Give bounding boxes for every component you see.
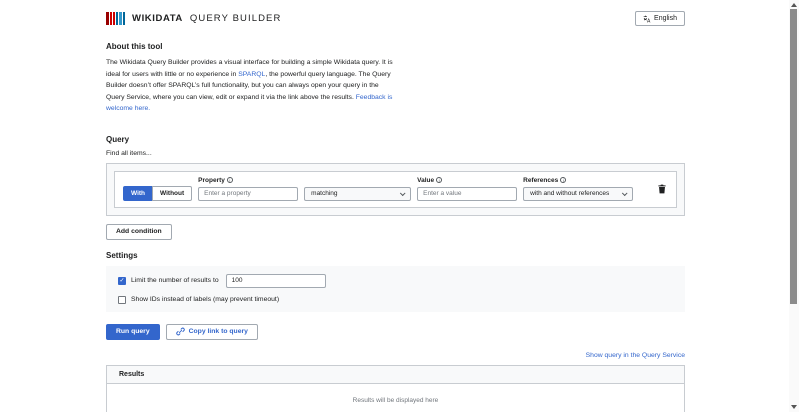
link-icon (176, 327, 185, 336)
about-heading: About this tool (106, 42, 685, 51)
info-icon[interactable]: i (560, 177, 566, 183)
show-ids-label[interactable]: Show IDs instead of labels (may prevent … (131, 296, 279, 303)
property-input[interactable] (198, 187, 298, 201)
info-icon[interactable]: i (436, 177, 442, 183)
language-button-label: English (654, 15, 677, 22)
references-label: Referencesi (523, 177, 633, 184)
limit-results-label[interactable]: Limit the number of results to (131, 277, 219, 284)
results-panel: Results Results will be displayed here (106, 365, 685, 412)
delete-condition-button[interactable] (656, 182, 668, 196)
results-empty-text: Results will be displayed here (107, 384, 684, 412)
brand-title-rest: QUERY BUILDER (190, 13, 282, 24)
info-icon[interactable]: i (227, 177, 233, 183)
matching-field: matching (304, 187, 411, 201)
matching-dropdown[interactable]: matching (304, 187, 411, 201)
references-dropdown-value: with and without references (530, 190, 609, 197)
scrollbar[interactable] (789, 0, 799, 412)
query-builder-page: WIKIDATA QUERY BUILDER A English About t… (0, 0, 800, 412)
app-header: WIKIDATA QUERY BUILDER A English (106, 10, 685, 27)
run-query-button[interactable]: Run query (106, 324, 160, 340)
limit-results-checkbox[interactable]: ✓ (118, 277, 126, 285)
limit-input[interactable] (226, 274, 326, 288)
without-toggle-button[interactable]: Without (152, 186, 192, 201)
show-query-row: Show query in the Query Service (106, 352, 685, 359)
property-field: Propertyi (198, 177, 298, 201)
brand-title-bold: WIKIDATA (132, 13, 183, 24)
references-field: Referencesi with and without references (523, 177, 633, 201)
show-ids-checkbox[interactable] (118, 296, 126, 304)
with-without-toggle: With Without (123, 186, 192, 201)
condition-card: With Without Propertyi matching Valuei (114, 171, 677, 208)
chevron-down-icon (400, 190, 406, 196)
wikidata-logo-icon (106, 12, 125, 25)
svg-text:A: A (647, 18, 651, 23)
language-button[interactable]: A English (635, 11, 685, 26)
copy-link-label: Copy link to query (189, 328, 248, 335)
scroll-up-icon[interactable] (791, 3, 797, 7)
wikidata-brand: WIKIDATA QUERY BUILDER (106, 12, 281, 25)
actions-row: Run query Copy link to query (106, 324, 685, 340)
content-column: WIKIDATA QUERY BUILDER A English About t… (106, 0, 685, 412)
sparql-link[interactable]: SPARQL (238, 71, 265, 78)
chevron-down-icon (622, 190, 628, 196)
about-paragraph: The Wikidata Query Builder provides a vi… (106, 57, 398, 115)
references-dropdown[interactable]: with and without references (523, 187, 633, 201)
matching-dropdown-value: matching (311, 190, 337, 197)
settings-panel: ✓ Limit the number of results to Show ID… (106, 266, 685, 312)
language-icon: A (643, 15, 651, 23)
find-all-items-label: Find all items... (106, 150, 685, 157)
show-query-link[interactable]: Show query in the Query Service (586, 352, 685, 359)
query-heading: Query (106, 135, 685, 144)
property-label: Propertyi (198, 177, 298, 184)
value-label: Valuei (417, 177, 517, 184)
show-ids-row: Show IDs instead of labels (may prevent … (118, 296, 673, 304)
value-field: Valuei (417, 177, 517, 201)
value-input[interactable] (417, 187, 517, 201)
settings-heading: Settings (106, 251, 685, 260)
results-heading: Results (107, 366, 684, 384)
trash-icon (658, 184, 666, 194)
limit-results-row: ✓ Limit the number of results to (118, 274, 673, 288)
copy-link-button[interactable]: Copy link to query (166, 324, 258, 340)
scrollbar-thumb[interactable] (790, 9, 797, 304)
add-condition-button[interactable]: Add condition (106, 224, 172, 240)
with-toggle-button[interactable]: With (123, 186, 153, 201)
scroll-down-icon[interactable] (791, 405, 797, 409)
condition-group: With Without Propertyi matching Valuei (106, 163, 685, 216)
